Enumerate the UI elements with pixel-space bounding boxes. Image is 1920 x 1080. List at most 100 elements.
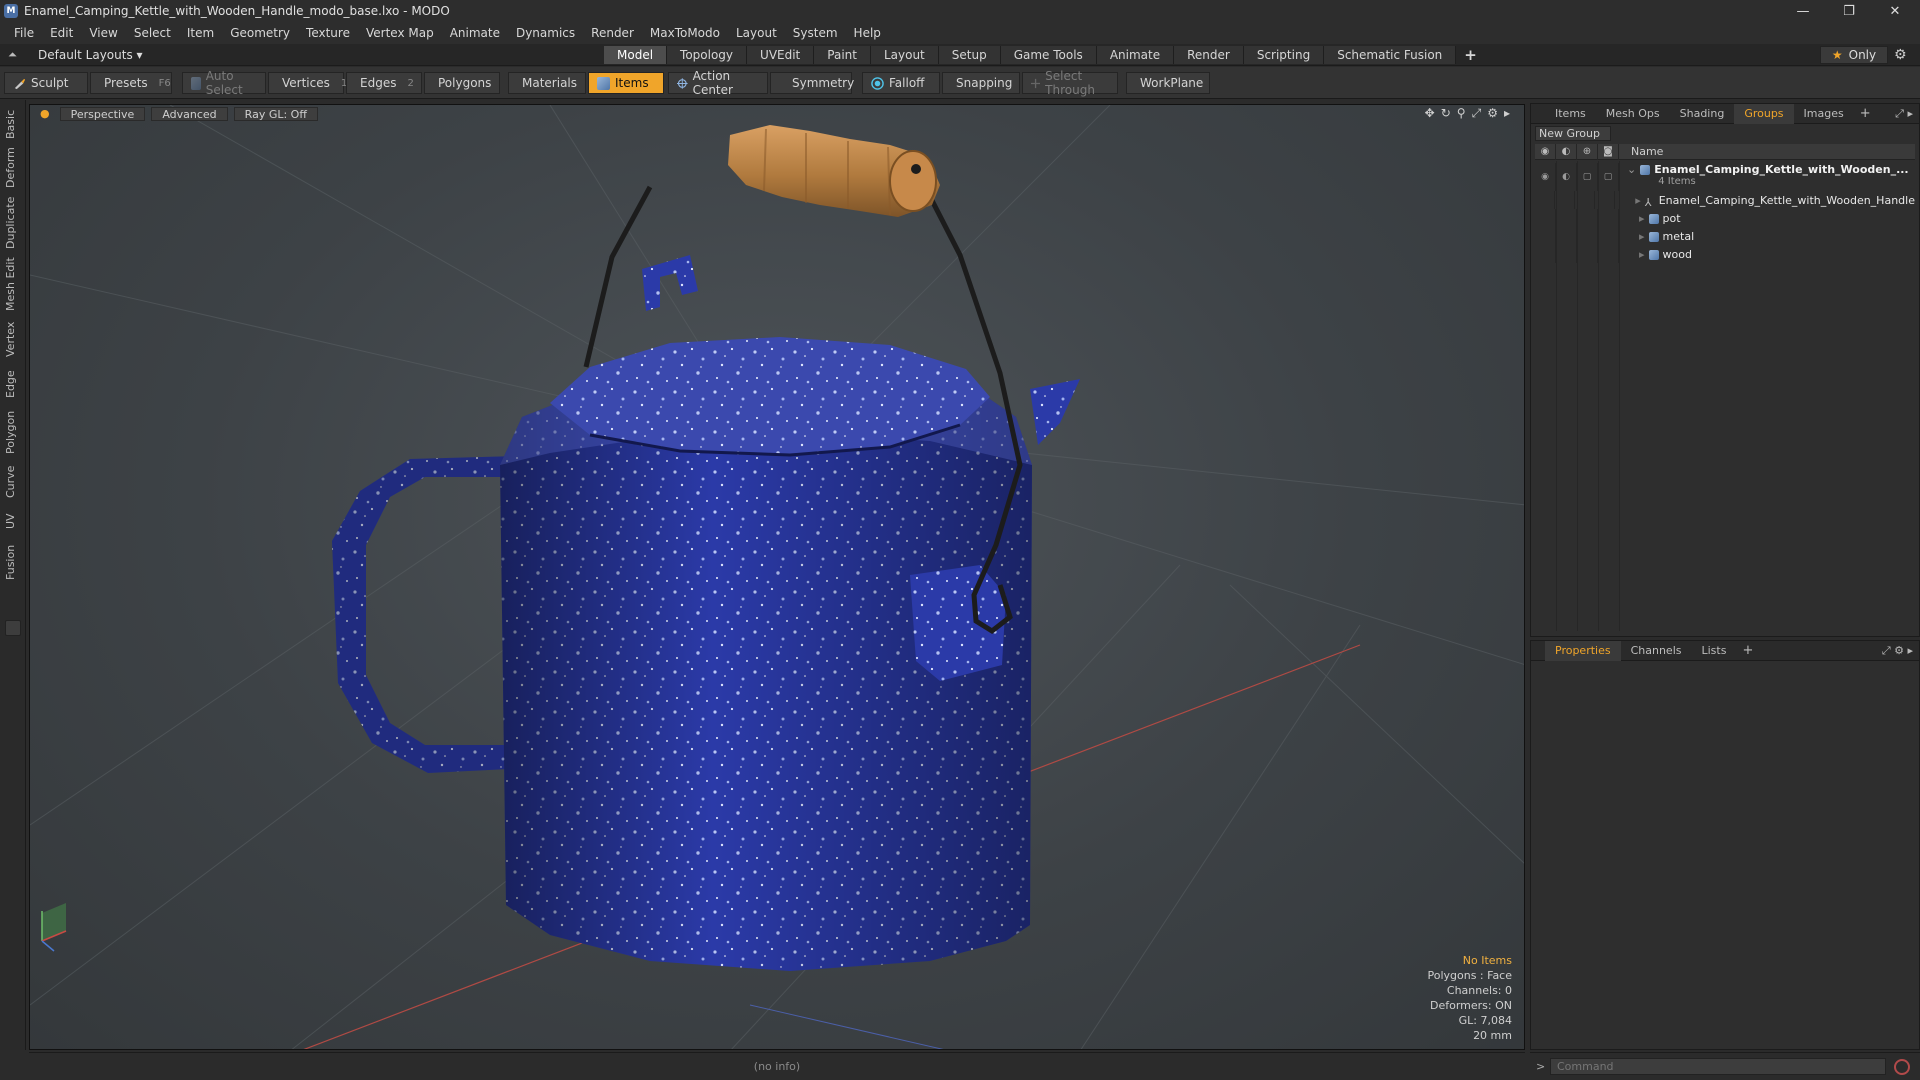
add-tab-button[interactable]: + [1456,46,1485,64]
tab-scripting[interactable]: Scripting [1243,46,1325,64]
menu-layout[interactable]: Layout [728,26,785,40]
tab-lists[interactable]: Lists [1692,641,1737,661]
tab-images[interactable]: Images [1794,104,1854,124]
selection-info: No Items [1462,954,1512,967]
raygl-toggle[interactable]: Ray GL: Off [233,107,318,121]
vtab-uv[interactable]: UV [4,508,22,534]
axis-gizmo [41,903,67,952]
minimize-button[interactable]: — [1780,0,1826,22]
tab-groups[interactable]: Groups [1734,103,1794,124]
mode-tabs: Model Topology UVEdit Paint Layout Setup… [604,46,1485,64]
render-column-icon[interactable]: ◐ [1556,143,1577,160]
workplane-button[interactable]: WorkPlane [1126,72,1210,94]
vtab-edge[interactable]: Edge [4,366,22,402]
tab-paint[interactable]: Paint [814,46,871,64]
vtab-fusion[interactable]: Fusion [4,540,22,584]
layout-collapse-icon[interactable]: ⏶ [8,48,17,62]
add-panel-tab-button[interactable]: + [1854,104,1877,124]
expand-arrow-icon[interactable]: ▸ [1504,106,1510,121]
gear-icon[interactable]: ⚙ [1894,47,1907,63]
select-through-button[interactable]: Select Through [1022,69,1118,97]
auto-select-button[interactable]: Auto Select [182,69,266,97]
menu-select[interactable]: Select [126,26,179,40]
locator-icon: ⅄ [1644,195,1652,209]
tab-render[interactable]: Render [1174,46,1244,64]
restore-button[interactable]: ❐ [1826,0,1872,22]
close-button[interactable]: ✕ [1872,0,1918,22]
star-icon: ★ [1831,48,1843,62]
menu-help[interactable]: Help [846,26,889,40]
polygons-button[interactable]: Polygons [424,72,500,94]
only-toggle-button[interactable]: ★ Only [1820,46,1888,64]
menu-edit[interactable]: Edit [42,26,81,40]
tab-schematic-fusion[interactable]: Schematic Fusion [1324,46,1457,64]
vtab-mesh-edit[interactable]: Mesh Edit [4,256,22,312]
viewport-menu-dot[interactable]: ● [36,107,54,121]
sculpt-button[interactable]: Sculpt [4,72,88,94]
materials-label: Materials [522,76,578,90]
polygons-info: Polygons : Face [1427,969,1512,982]
viewport-settings-icon[interactable]: ⚙ [1487,106,1498,121]
vtab-vertex[interactable]: Vertex [4,318,22,360]
menu-item[interactable]: Item [179,26,222,40]
menu-render[interactable]: Render [583,26,642,40]
tab-game-tools[interactable]: Game Tools [1000,46,1097,64]
tab-mesh-ops[interactable]: Mesh Ops [1596,104,1670,124]
action-center-button[interactable]: Action Center [668,69,768,97]
menu-vertex-map[interactable]: Vertex Map [358,26,442,40]
tab-setup[interactable]: Setup [938,46,1001,64]
menu-file[interactable]: File [6,26,42,40]
rotate-icon[interactable]: ↻ [1441,106,1451,121]
vtab-polygon[interactable]: Polygon [4,408,22,456]
vtab-curve[interactable]: Curve [4,462,22,502]
materials-button[interactable]: Materials [508,72,586,94]
pan-icon[interactable]: ✥ [1425,106,1435,121]
command-record-icon[interactable] [1894,1059,1910,1075]
tab-topology[interactable]: Topology [667,46,748,64]
name-column-header[interactable]: Name [1619,145,1663,158]
tab-properties[interactable]: Properties [1545,640,1621,661]
menu-geometry[interactable]: Geometry [222,26,298,40]
command-input[interactable] [1550,1058,1886,1075]
tab-layout[interactable]: Layout [870,46,939,64]
select-column-icon[interactable]: ◙ [1598,143,1619,160]
viewport-frame: ● Perspective Advanced Ray GL: Off ✥ ↻ ⚲… [29,104,1525,1050]
menu-view[interactable]: View [81,26,125,40]
properties-settings-icon[interactable]: ⤢ ⚙ ▸ [1882,644,1913,658]
tab-animate[interactable]: Animate [1096,46,1175,64]
zoom-icon[interactable]: ⚲ [1457,106,1466,121]
edges-button[interactable]: Edges 2 [346,72,422,94]
tab-model[interactable]: Model [604,46,668,64]
menu-dynamics[interactable]: Dynamics [508,26,583,40]
vtab-deform[interactable]: Deform [4,146,22,190]
lock-column-icon[interactable]: ⊕ [1577,143,1598,160]
vertices-button[interactable]: Vertices 1 [268,72,347,94]
vtab-duplicate[interactable]: Duplicate [4,196,22,250]
view-mode-dropdown[interactable]: Perspective [59,107,146,121]
tab-channels[interactable]: Channels [1621,641,1692,661]
panel-expand-icon[interactable]: ⤢ ▸ [1895,107,1913,121]
add-properties-tab-button[interactable]: + [1736,641,1759,661]
layout-dropdown[interactable]: Default Layouts ▾ [38,48,143,62]
presets-button[interactable]: Presets F6 [90,72,172,94]
menu-maxtomodo[interactable]: MaxToModo [642,26,728,40]
vtab-basic[interactable]: Basic [4,106,22,142]
menu-animate[interactable]: Animate [442,26,508,40]
shading-dropdown[interactable]: Advanced [151,107,228,121]
fit-view-icon[interactable]: ⤢ [1472,106,1482,121]
panel-toggle-button[interactable] [5,620,21,636]
snapping-button[interactable]: Snapping [942,72,1020,94]
tab-uvedit[interactable]: UVEdit [747,46,815,64]
3d-viewport[interactable]: ● Perspective Advanced Ray GL: Off ✥ ↻ ⚲… [30,105,1524,1049]
falloff-button[interactable]: Falloff [862,72,940,94]
menu-texture[interactable]: Texture [298,26,358,40]
items-button[interactable]: Items [588,72,664,94]
tab-items[interactable]: Items [1545,104,1596,124]
symmetry-button[interactable]: Symmetry [770,72,854,94]
menu-system[interactable]: System [785,26,846,40]
new-group-button[interactable]: New Group [1535,126,1611,141]
tab-shading[interactable]: Shading [1670,104,1735,124]
visibility-column-eye-icon[interactable]: ◉ [1535,143,1556,160]
collapse-icon[interactable]: ⌄ [1627,163,1636,176]
snapping-label: Snapping [956,76,1013,90]
